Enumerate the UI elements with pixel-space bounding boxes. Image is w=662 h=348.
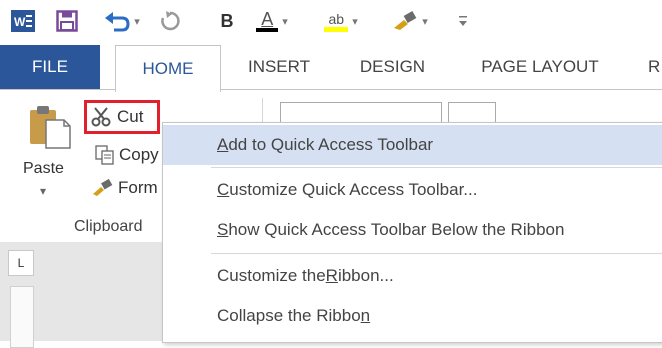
vertical-ruler [10, 286, 34, 348]
tab-insert[interactable]: INSERT [230, 45, 328, 89]
quick-access-toolbar: W ▾ B A ▾ ab ▾ ▾ [0, 0, 662, 42]
bold-button[interactable]: B [216, 8, 238, 34]
menu-separator [211, 253, 662, 254]
copy-label: Copy [119, 145, 159, 164]
font-color-bar [256, 28, 279, 32]
format-painter-icon[interactable]: ▾ [390, 8, 430, 34]
clipboard-group-label: Clipboard [74, 218, 143, 235]
cut-button[interactable]: Cut [84, 100, 160, 134]
tab-file[interactable]: FILE [0, 45, 100, 89]
menu-item-customize-ribbon[interactable]: Customize the Ribbon... [163, 256, 662, 296]
format-painter-icon [93, 179, 113, 196]
qat-context-menu: Add to Quick Access Toolbar Customize Qu… [162, 122, 662, 343]
redo-icon[interactable] [156, 8, 184, 34]
scissors-icon [91, 107, 111, 127]
svg-text:W: W [14, 15, 26, 29]
paste-button[interactable]: Paste [23, 160, 64, 178]
copy-button[interactable]: Copy [95, 145, 159, 165]
chevron-down-icon[interactable]: ▾ [352, 15, 358, 28]
font-color-label: A [261, 9, 274, 29]
ribbon-tabs: FILE HOME INSERT DESIGN PAGE LAYOUT R [0, 45, 662, 92]
chevron-down-icon[interactable]: ▾ [422, 15, 428, 28]
chevron-down-icon[interactable]: ▾ [134, 15, 140, 28]
paste-icon[interactable] [28, 104, 72, 150]
word-app-icon[interactable]: W [10, 8, 36, 34]
font-color-button[interactable]: A ▾ [252, 8, 292, 34]
tab-home[interactable]: HOME [115, 45, 221, 92]
copy-icon [95, 145, 114, 165]
text-highlight-button[interactable]: ab ▾ [318, 8, 364, 34]
tab-selector-button[interactable]: L [8, 250, 34, 276]
undo-icon[interactable]: ▾ [100, 8, 144, 34]
format-painter-button[interactable]: Form [92, 178, 158, 198]
menu-item-customize-qat[interactable]: Customize Quick Access Toolbar... [163, 170, 662, 210]
highlight-bar [324, 26, 349, 32]
tab-page-layout[interactable]: PAGE LAYOUT [470, 45, 610, 89]
cut-label: Cut [117, 107, 144, 126]
chevron-down-icon[interactable]: ▾ [282, 15, 288, 28]
tab-references[interactable]: R [648, 45, 662, 89]
customize-qat-icon[interactable] [453, 8, 473, 34]
paste-chevron-icon[interactable]: ▾ [40, 184, 46, 198]
tab-design[interactable]: DESIGN [345, 45, 440, 89]
menu-item-collapse-ribbon[interactable]: Collapse the Ribbo n [163, 296, 662, 336]
save-icon[interactable] [54, 8, 80, 34]
format-label: Form [118, 178, 158, 197]
menu-item-show-qat-below[interactable]: Show Quick Access Toolbar Below the Ribb… [163, 210, 662, 250]
highlight-label: ab [328, 10, 345, 27]
menu-item-add-to-qat[interactable]: Add to Quick Access Toolbar [163, 125, 662, 165]
menu-separator [211, 167, 662, 168]
